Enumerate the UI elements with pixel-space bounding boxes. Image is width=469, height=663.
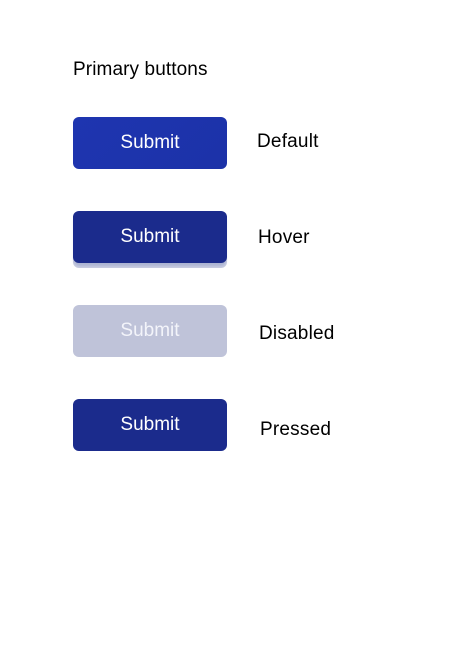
state-label-hover: Hover — [258, 227, 310, 248]
state-label-disabled: Disabled — [259, 323, 335, 344]
submit-button-default[interactable]: Submit — [73, 117, 227, 169]
submit-button-disabled: Submit — [73, 305, 227, 357]
submit-button-pressed[interactable]: Submit — [73, 399, 227, 451]
state-label-default: Default — [257, 131, 319, 152]
section-heading: Primary buttons — [73, 59, 208, 80]
submit-button-hover[interactable]: Submit — [73, 211, 227, 263]
state-label-pressed: Pressed — [260, 419, 332, 440]
